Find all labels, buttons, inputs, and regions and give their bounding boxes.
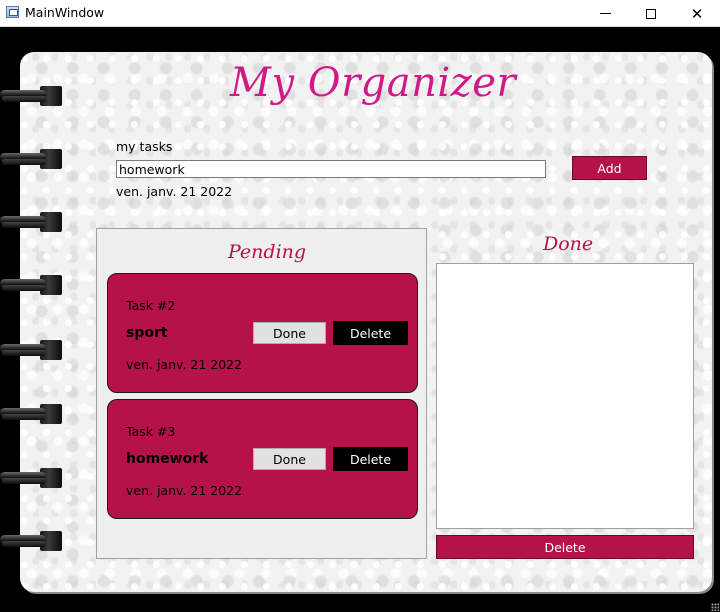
spiral-binding xyxy=(0,0,62,612)
task-input[interactable] xyxy=(116,160,546,178)
minimize-icon xyxy=(599,13,611,14)
spiral-ring-icon xyxy=(0,466,62,488)
spiral-ring-icon xyxy=(0,338,62,360)
title-bar: MainWindow ✕ xyxy=(0,0,720,27)
maximize-button[interactable] xyxy=(628,0,674,27)
minimize-button[interactable] xyxy=(582,0,628,27)
close-icon: ✕ xyxy=(690,4,704,23)
pending-title: Pending xyxy=(228,241,307,263)
maximize-icon xyxy=(646,8,656,19)
done-button[interactable]: Done xyxy=(253,448,326,470)
done-delete-button[interactable]: Delete xyxy=(436,535,694,559)
task-date: ven. janv. 21 2022 xyxy=(126,357,243,372)
app-heading: My Organizer xyxy=(230,60,517,106)
current-date-label: ven. janv. 21 2022 xyxy=(116,184,233,199)
task-name: homework xyxy=(126,451,209,467)
done-button[interactable]: Done xyxy=(253,322,326,344)
spiral-ring-icon xyxy=(0,210,62,232)
my-tasks-label: my tasks xyxy=(116,139,173,154)
spiral-ring-icon xyxy=(0,402,62,424)
task-card: Task #3 homework Done Delete ven. janv. … xyxy=(107,399,418,519)
done-title: Done xyxy=(543,233,594,255)
close-button[interactable]: ✕ xyxy=(674,0,720,27)
done-list[interactable] xyxy=(436,263,694,529)
pending-panel: Pending Task #2 sport Done Delete ven. j… xyxy=(96,228,427,559)
spiral-ring-icon xyxy=(0,529,62,551)
task-number: Task #2 xyxy=(126,298,176,313)
delete-button[interactable]: Delete xyxy=(333,321,408,345)
task-date: ven. janv. 21 2022 xyxy=(126,483,243,498)
delete-button[interactable]: Delete xyxy=(333,447,408,471)
spiral-ring-icon xyxy=(0,84,62,106)
spiral-ring-icon xyxy=(0,273,62,295)
task-name: sport xyxy=(126,325,168,341)
resize-grip-icon[interactable] xyxy=(711,603,719,611)
add-button[interactable]: Add xyxy=(572,156,647,180)
task-number: Task #3 xyxy=(126,424,176,439)
task-card: Task #2 sport Done Delete ven. janv. 21 … xyxy=(107,273,418,393)
spiral-ring-icon xyxy=(0,147,62,169)
